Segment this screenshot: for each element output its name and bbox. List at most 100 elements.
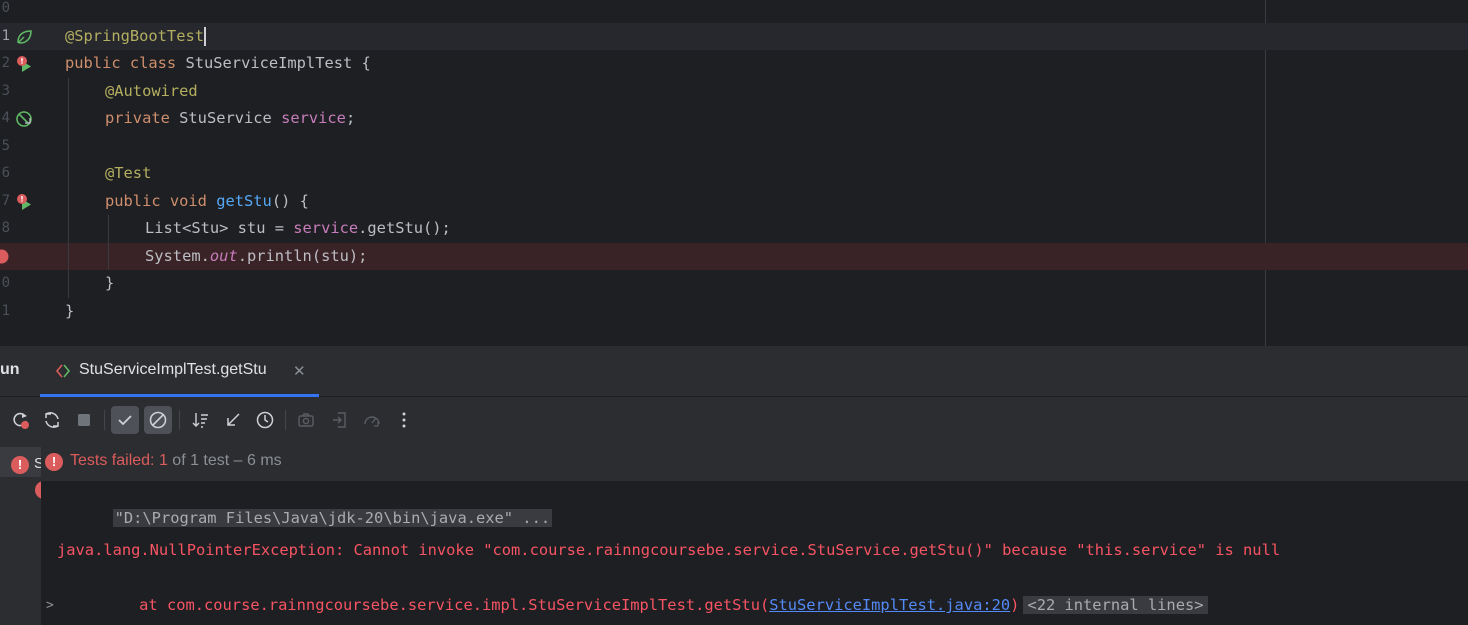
console-output[interactable]: ! Tests failed: 1 of 1 test – 6 ms "D:\P…	[41, 443, 1468, 625]
code-editor[interactable]: 0 1 @SpringBootTest 2 public class StuSe…	[0, 0, 1468, 346]
code-fragment: System.	[145, 247, 210, 265]
line-number: 5	[1, 138, 10, 154]
checkmark-icon	[118, 415, 132, 426]
test-history-button[interactable]	[251, 406, 279, 434]
toolbar-separator	[285, 410, 286, 430]
code-line[interactable]: 8 List<Stu> stu = service.getStu();	[0, 215, 1468, 242]
code-text[interactable]: public void getStu() {	[105, 188, 309, 215]
code-text[interactable]: public class StuServiceImplTest {	[65, 50, 371, 77]
run-window-title: un	[0, 361, 20, 378]
console-exception-line[interactable]: java.lang.NullPointerException: Cannot i…	[57, 538, 1280, 562]
active-tab-indicator	[40, 394, 319, 397]
rerun-button[interactable]	[38, 406, 66, 434]
internal-lines-folded[interactable]: <22 internal lines>	[1023, 596, 1208, 614]
coverage-button[interactable]	[358, 406, 386, 434]
closing-brace: }	[65, 302, 75, 320]
clock-icon	[256, 411, 274, 429]
keyword: public class	[65, 54, 186, 72]
line-number: 3	[1, 83, 10, 99]
more-vertical-icon	[402, 412, 406, 428]
source-link[interactable]: StuServiceImplTest.java:20	[769, 596, 1010, 614]
keyword: public void	[105, 192, 217, 210]
code-line[interactable]: 0 }	[0, 270, 1468, 297]
console-line[interactable]: "D:\Program Files\Java\jdk-20\bin\java.e…	[57, 482, 553, 527]
rerun-failed-button[interactable]	[6, 406, 34, 434]
run-test-failed-icon[interactable]	[15, 193, 33, 211]
stacktrace-suffix: )	[1010, 596, 1020, 614]
test-config-icon	[55, 364, 71, 378]
static-field: out	[209, 247, 238, 265]
run-tab-bar: un StuServiceImplTest.getStu ✕	[0, 346, 1468, 397]
stop-button[interactable]	[70, 406, 98, 434]
sort-button[interactable]	[187, 406, 215, 434]
more-options-button[interactable]	[390, 406, 418, 434]
code-line[interactable]: 3 @Autowired	[0, 78, 1468, 105]
status-failed-count: 1	[158, 452, 168, 469]
tab-label: StuServiceImplTest.getStu	[79, 361, 267, 378]
import-icon	[227, 413, 240, 426]
run-tool-window: un StuServiceImplTest.getStu ✕ ! S ! Tes…	[0, 346, 1468, 625]
close-icon[interactable]: ✕	[293, 362, 306, 380]
code-text[interactable]: }	[65, 298, 74, 325]
test-status-text: Tests failed: 1 of 1 test – 6 ms	[70, 452, 282, 470]
code-fragment: .getStu();	[358, 219, 451, 237]
code-line[interactable]: 5	[0, 133, 1468, 160]
import-tests-button[interactable]	[219, 406, 247, 434]
line-number: 0	[1, 275, 10, 291]
autowired-navigate-icon[interactable]	[15, 110, 33, 128]
code-line[interactable]: 4 private StuService service;	[0, 105, 1468, 132]
code-text[interactable]: @SpringBootTest	[65, 23, 206, 50]
ignored-icon	[149, 411, 167, 429]
annotation-autowired: @Autowired	[105, 82, 198, 100]
java-command-folded[interactable]: "D:\Program Files\Java\jdk-20\bin\java.e…	[112, 509, 553, 527]
line-number: 0	[1, 0, 10, 16]
breakpoint-icon[interactable]	[0, 249, 9, 264]
show-ignored-toggle[interactable]	[144, 406, 172, 434]
code-line[interactable]: 1 }	[0, 298, 1468, 325]
method-name: getStu	[216, 192, 272, 210]
field-name: service	[293, 219, 359, 237]
code-line[interactable]: 2 public class StuServiceImplTest {	[0, 50, 1468, 77]
gauge-icon	[364, 416, 380, 427]
sort-icon	[192, 413, 208, 428]
screenshot-button[interactable]	[292, 406, 320, 434]
annotation-test: @Test	[105, 164, 152, 182]
code-line[interactable]: 6 @Test	[0, 160, 1468, 187]
export-button[interactable]	[326, 406, 354, 434]
stacktrace-frame: at com.course.rainngcoursebe.service.imp…	[65, 596, 770, 614]
code-text[interactable]: @Autowired	[105, 78, 198, 105]
test-tree-row-selected[interactable]: ! S	[0, 447, 44, 477]
code-line-current[interactable]: 1 @SpringBootTest	[0, 23, 1468, 50]
code-text[interactable]: List<Stu> stu = service.getStu();	[145, 215, 451, 242]
camera-icon	[298, 413, 314, 427]
line-number: 2	[1, 55, 10, 71]
punctuation: ;	[345, 109, 356, 127]
tab-stuserviceimpltest-getstu[interactable]: StuServiceImplTest.getStu ✕	[40, 346, 319, 397]
code-text[interactable]: @Test	[105, 160, 151, 187]
export-icon	[333, 412, 346, 428]
show-passed-toggle[interactable]	[111, 406, 139, 434]
rerun-icon	[45, 412, 59, 428]
code-text[interactable]: private StuService service;	[105, 105, 355, 132]
code-text[interactable]: }	[105, 270, 114, 297]
status-failed-label: Tests failed:	[70, 452, 159, 469]
code-line[interactable]: 0	[0, 0, 1468, 22]
text-caret	[204, 27, 206, 46]
rerun-failed-icon	[13, 412, 29, 429]
stop-icon	[78, 414, 90, 426]
toolbar-separator	[179, 410, 180, 430]
console-stacktrace-line[interactable]: at com.course.rainngcoursebe.service.imp…	[65, 593, 1208, 617]
toolbar-separator	[104, 410, 105, 430]
code-text[interactable]: System.out.println(stu);	[145, 243, 367, 270]
line-number: 1	[1, 28, 10, 44]
run-test-failed-icon[interactable]	[15, 55, 33, 73]
test-tree-pane: ! S	[0, 443, 47, 625]
annotation-springboottest: @SpringBootTest	[65, 27, 204, 45]
expand-stacktrace-icon[interactable]: >	[46, 594, 54, 618]
line-number: 4	[1, 110, 10, 126]
code-line-breakpoint[interactable]: 9 System.out.println(stu);	[0, 243, 1468, 270]
keyword: private	[105, 109, 180, 127]
code-line[interactable]: 7 public void getStu() {	[0, 188, 1468, 215]
type-name: StuService	[179, 109, 282, 127]
spring-bean-icon[interactable]	[15, 28, 33, 46]
